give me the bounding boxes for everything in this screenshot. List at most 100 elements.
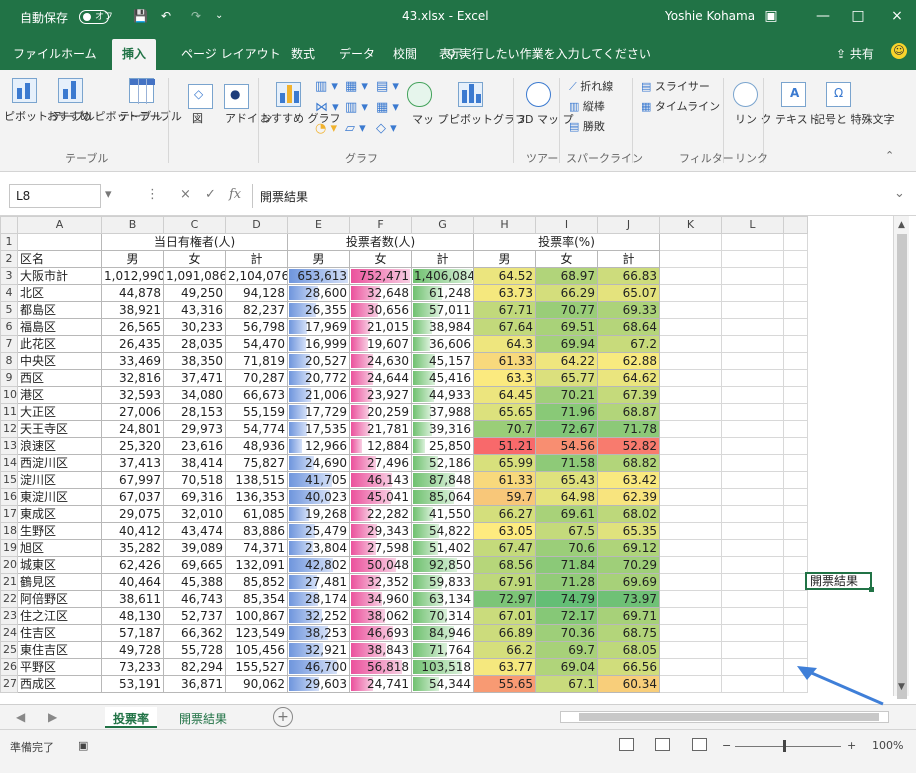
row-header-24[interactable]: 24 [0, 624, 18, 642]
row-header-8[interactable]: 8 [0, 352, 18, 370]
row-header-7[interactable]: 7 [0, 335, 18, 353]
cell-j19[interactable]: 69.12 [597, 539, 660, 557]
row-header-20[interactable]: 20 [0, 556, 18, 574]
column-header-i[interactable]: I [535, 216, 598, 234]
row-header-21[interactable]: 21 [0, 573, 18, 591]
cell-g21[interactable]: 59,833 [411, 573, 474, 591]
enter-entry-icon[interactable]: ✓ [205, 187, 216, 202]
cell-g10[interactable]: 44,933 [411, 386, 474, 404]
cell-h13[interactable]: 51.21 [473, 437, 536, 455]
cell-b17[interactable]: 29,075 [101, 505, 164, 523]
cell-d16[interactable]: 136,353 [225, 488, 288, 506]
cell-k27[interactable] [659, 675, 722, 693]
cell-h16[interactable]: 59.7 [473, 488, 536, 506]
cell-j27[interactable]: 60.34 [597, 675, 660, 693]
cell-c10[interactable]: 34,080 [163, 386, 226, 404]
cell-h15[interactable]: 61.33 [473, 471, 536, 489]
cell-sub-header-7[interactable]: 男 [473, 250, 536, 268]
cell-c3[interactable]: 1,091,086 [163, 267, 226, 285]
cell-i23[interactable]: 72.17 [535, 607, 598, 625]
cell-c16[interactable]: 69,316 [163, 488, 226, 506]
cell-f5[interactable]: 30,656 [349, 301, 412, 319]
cell-e19[interactable]: 23,804 [287, 539, 350, 557]
cell-f11[interactable]: 20,259 [349, 403, 412, 421]
cell-l24[interactable] [721, 624, 784, 642]
pivot-chart-icon[interactable] [458, 82, 483, 107]
name-box-dropdown-icon[interactable]: ▾ [105, 187, 112, 202]
cell-g26[interactable]: 103,518 [411, 658, 474, 676]
row-header-1[interactable]: 1 [0, 233, 18, 251]
cell-i8[interactable]: 64.22 [535, 352, 598, 370]
column-header-j[interactable]: J [597, 216, 660, 234]
zoom-slider-thumb[interactable] [783, 740, 786, 752]
zoom-level[interactable]: 100% [872, 739, 903, 752]
row-header-5[interactable]: 5 [0, 301, 18, 319]
cell-k15[interactable] [659, 471, 722, 489]
cell-l11[interactable] [721, 403, 784, 421]
cell-l18[interactable] [721, 522, 784, 540]
customize-qat-icon[interactable]: ⌄ [215, 10, 223, 21]
cell-e13[interactable]: 12,966 [287, 437, 350, 455]
table-icon[interactable] [129, 78, 155, 104]
cell-i5[interactable]: 70.77 [535, 301, 598, 319]
cell-c23[interactable]: 52,737 [163, 607, 226, 625]
cell-i17[interactable]: 69.61 [535, 505, 598, 523]
column-header-d[interactable]: D [225, 216, 288, 234]
combo-chart-icon[interactable]: ▦ ▾ [376, 101, 399, 115]
cell-c15[interactable]: 70,518 [163, 471, 226, 489]
cell-e22[interactable]: 28,174 [287, 590, 350, 608]
cell-c22[interactable]: 46,743 [163, 590, 226, 608]
cell-f10[interactable]: 23,927 [349, 386, 412, 404]
cell-l1[interactable] [721, 233, 784, 251]
cell-d10[interactable]: 66,673 [225, 386, 288, 404]
cell-sub-header-2[interactable]: 女 [163, 250, 226, 268]
cell-d24[interactable]: 123,549 [225, 624, 288, 642]
cell-d18[interactable]: 83,886 [225, 522, 288, 540]
cell-e7[interactable]: 16,999 [287, 335, 350, 353]
cell-f19[interactable]: 27,598 [349, 539, 412, 557]
row-header-17[interactable]: 17 [0, 505, 18, 523]
cell-f22[interactable]: 34,960 [349, 590, 412, 608]
cell-h12[interactable]: 70.7 [473, 420, 536, 438]
cell-j18[interactable]: 65.35 [597, 522, 660, 540]
cell-g22[interactable]: 63,134 [411, 590, 474, 608]
cell-k7[interactable] [659, 335, 722, 353]
row-header-6[interactable]: 6 [0, 318, 18, 336]
cell-d6[interactable]: 56,798 [225, 318, 288, 336]
row-header-18[interactable]: 18 [0, 522, 18, 540]
cell-g17[interactable]: 41,550 [411, 505, 474, 523]
cell-l27[interactable] [721, 675, 784, 693]
cell-e6[interactable]: 17,969 [287, 318, 350, 336]
cell-k21[interactable] [659, 573, 722, 591]
minimize-button[interactable]: — [803, 4, 843, 28]
column-header-e[interactable]: E [287, 216, 350, 234]
cell-c20[interactable]: 69,665 [163, 556, 226, 574]
cell-b18[interactable]: 40,412 [101, 522, 164, 540]
cell-i10[interactable]: 70.21 [535, 386, 598, 404]
tab-formulas[interactable]: 数式 [291, 45, 315, 62]
cell-c13[interactable]: 23,616 [163, 437, 226, 455]
cell-c25[interactable]: 55,728 [163, 641, 226, 659]
cell-g11[interactable]: 37,988 [411, 403, 474, 421]
cell-a2-district-header[interactable]: 区名 [17, 250, 102, 268]
waterfall-chart-icon[interactable]: ▤ ▾ [376, 80, 399, 94]
column-header-c[interactable]: C [163, 216, 226, 234]
cell-g16[interactable]: 85,064 [411, 488, 474, 506]
zoom-out-icon[interactable]: − [722, 739, 731, 752]
column-chart-icon[interactable]: ▥ ▾ [315, 80, 338, 94]
cell-h7[interactable]: 64.3 [473, 335, 536, 353]
cell-i3[interactable]: 68.97 [535, 267, 598, 285]
cell-d9[interactable]: 70,287 [225, 369, 288, 387]
hierarchy-chart-icon[interactable]: ▦ ▾ [345, 80, 368, 94]
cell-a13[interactable]: 浪速区 [17, 437, 102, 455]
normal-view-icon[interactable] [619, 738, 634, 751]
cell-a20[interactable]: 城東区 [17, 556, 102, 574]
cell-f3[interactable]: 752,471 [349, 267, 412, 285]
link-button[interactable]: リン ク [735, 113, 772, 127]
cell-j24[interactable]: 68.75 [597, 624, 660, 642]
cell-i26[interactable]: 69.04 [535, 658, 598, 676]
cell-k20[interactable] [659, 556, 722, 574]
cell-j3[interactable]: 66.83 [597, 267, 660, 285]
column-header-f[interactable]: F [349, 216, 412, 234]
cell-d12[interactable]: 54,774 [225, 420, 288, 438]
